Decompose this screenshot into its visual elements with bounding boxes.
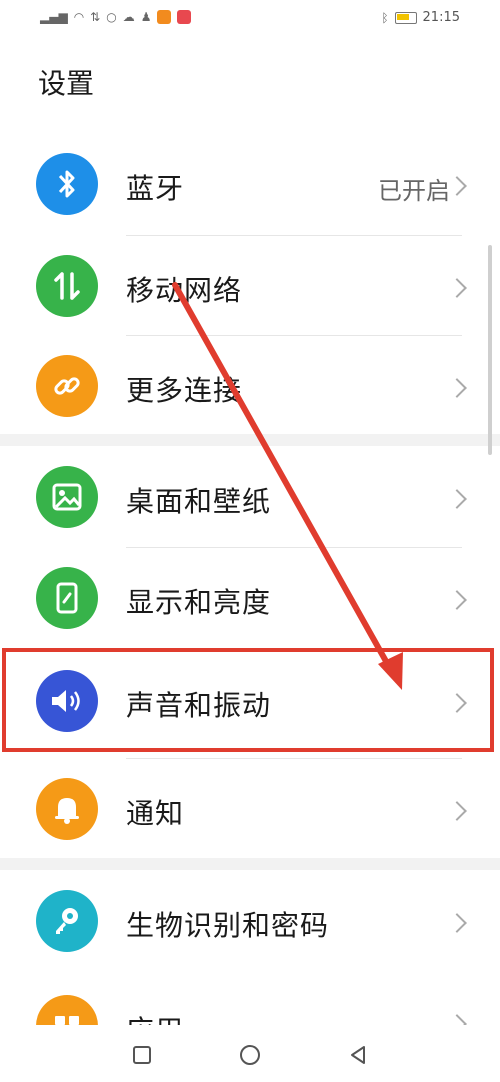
- chevron-right-icon: [447, 489, 467, 509]
- settings-item-label: 生物识别和密码: [126, 909, 330, 942]
- cloud-icon: ☁: [122, 10, 135, 24]
- status-icons-right: ᛒ 21:15: [381, 10, 460, 25]
- settings-item-notifications[interactable]: 通知: [0, 758, 500, 860]
- mobile-data-icon: [36, 255, 98, 317]
- chevron-right-icon: [447, 378, 467, 398]
- bluetooth-status-icon: ᛒ: [381, 10, 389, 25]
- settings-item-label: 通知: [126, 797, 185, 830]
- status-bar: ▂▄▆ ◠ ⇅ ○ ☁ ♟ ᛒ 21:15: [0, 0, 500, 36]
- settings-item-value: 已开启: [378, 177, 450, 205]
- wallpaper-icon: [36, 466, 98, 528]
- settings-item-mobile-network[interactable]: 移动网络: [0, 235, 500, 337]
- key-icon: [36, 890, 98, 952]
- settings-item-biometrics[interactable]: 生物识别和密码: [0, 870, 500, 972]
- settings-item-bluetooth[interactable]: 蓝牙 已开启: [0, 133, 500, 235]
- status-icons-left: ▂▄▆ ◠ ⇅ ○ ☁ ♟: [40, 10, 192, 24]
- section-gap: [0, 858, 500, 870]
- square-icon[interactable]: [122, 1035, 162, 1075]
- settings-item-label: 显示和亮度: [126, 586, 272, 619]
- settings-item-wallpaper[interactable]: 桌面和壁纸: [0, 446, 500, 548]
- chevron-right-icon: [447, 176, 467, 196]
- app-notification-icon: [157, 10, 172, 24]
- chevron-right-icon: [447, 913, 467, 933]
- circle-status-icon: ○: [106, 10, 117, 24]
- back-triangle-icon[interactable]: [338, 1035, 378, 1075]
- bell-icon: [36, 778, 98, 840]
- highlight-box: [2, 648, 494, 752]
- settings-item-more-connections[interactable]: 更多连接: [0, 335, 500, 437]
- section-gap: [0, 434, 500, 446]
- link-icon: [36, 355, 98, 417]
- settings-item-label: 移动网络: [126, 274, 243, 307]
- navigation-bar: [0, 1025, 500, 1082]
- chevron-right-icon: [447, 278, 467, 298]
- settings-item-display[interactable]: 显示和亮度: [0, 547, 500, 649]
- bluetooth-icon: [36, 153, 98, 215]
- signal-icon: ▂▄▆: [40, 10, 68, 24]
- wifi-icon: ◠: [73, 10, 85, 24]
- qq-icon: ♟: [140, 10, 152, 24]
- settings-item-label: 更多连接: [126, 374, 243, 407]
- settings-item-label: 桌面和壁纸: [126, 485, 272, 518]
- chevron-right-icon: [447, 590, 467, 610]
- status-time: 21:15: [422, 10, 460, 25]
- circle-icon[interactable]: [230, 1035, 270, 1075]
- chevron-right-icon: [447, 801, 467, 821]
- display-icon: [36, 567, 98, 629]
- page-title: 设置: [38, 67, 95, 100]
- battery-icon: [394, 11, 417, 24]
- app-notification-icon: [177, 10, 192, 24]
- settings-item-label: 蓝牙: [126, 172, 185, 205]
- scrollbar[interactable]: [488, 245, 492, 455]
- data-icon: ⇅: [90, 10, 101, 24]
